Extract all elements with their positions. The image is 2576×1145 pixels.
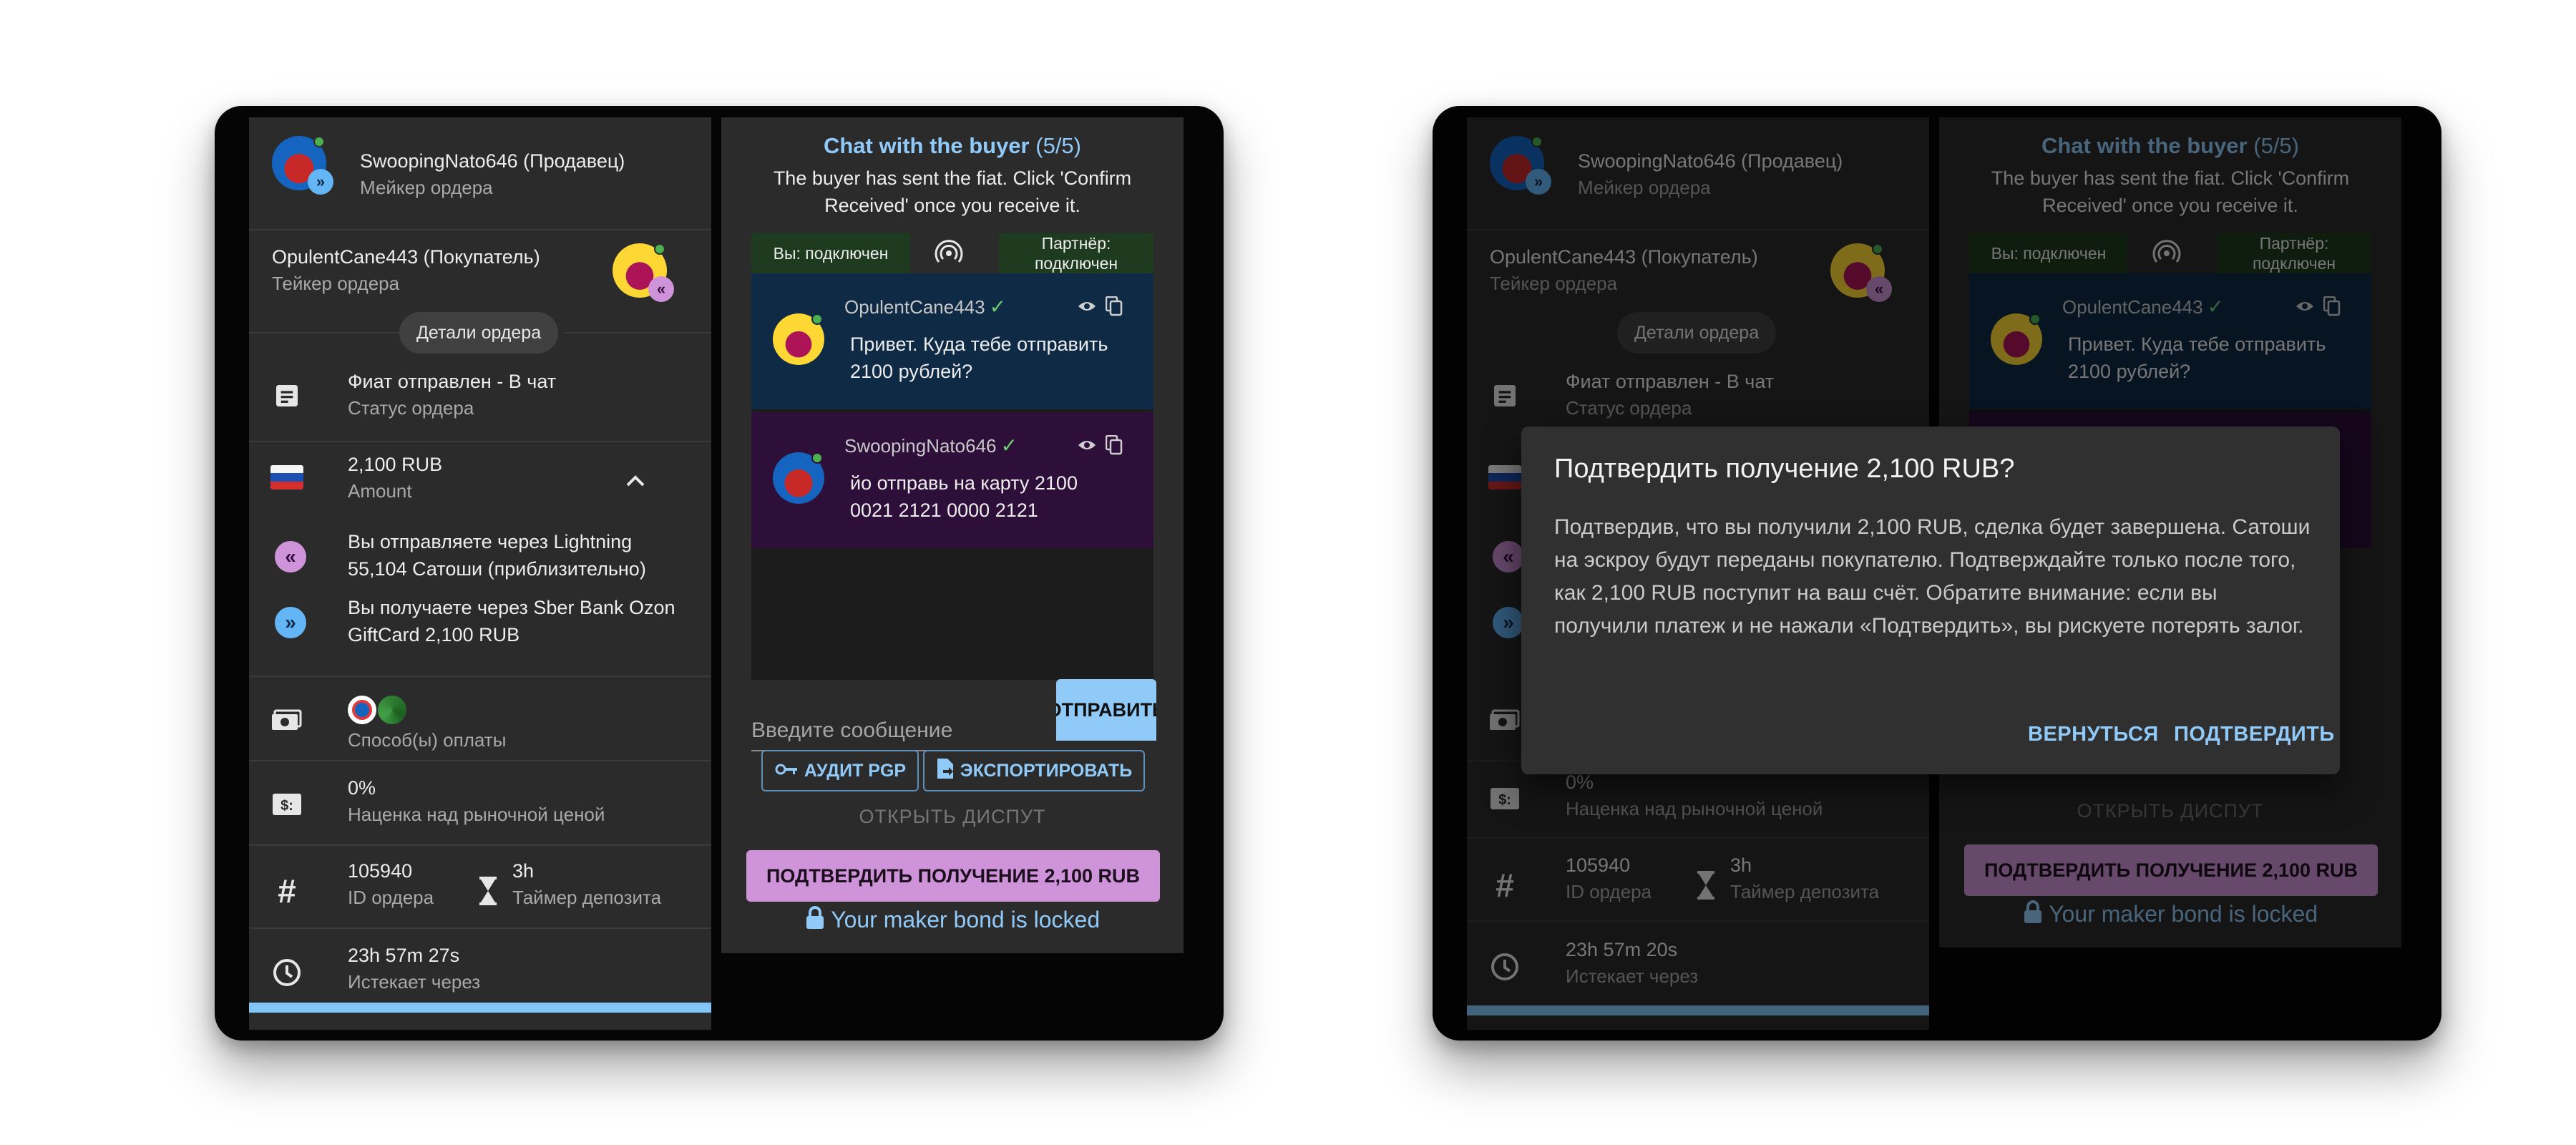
send-via-lightning: Вы отправляете через Lightning 55,104 Са… — [348, 531, 646, 580]
amount-label: Amount — [348, 480, 412, 502]
you-connection-status: Вы: подключен — [751, 233, 910, 273]
order-details-chip[interactable]: Детали ордера — [399, 312, 559, 354]
message-input-field — [751, 690, 1052, 751]
send-chevrons-icon: « — [648, 276, 674, 302]
premium-label: Наценка над рыночной ценой — [348, 804, 605, 825]
device-screen-confirm-dialog: » SwoopingNato646 (Продавец) Мейкер орде… — [1433, 106, 2441, 1041]
connection-signal-icon — [932, 235, 966, 269]
copy-icon[interactable] — [1103, 295, 1125, 318]
chat-message-count: (5/5) — [1035, 133, 1081, 158]
message-input[interactable] — [751, 718, 1038, 743]
messages-list: OpulentCane443✓ Привет. Куда тебе отправ… — [751, 273, 1153, 680]
device-screen-chat: » SwoopingNato646 (Продавец) Мейкер орде… — [215, 106, 1224, 1041]
deposit-timer-value: 3h — [512, 860, 535, 882]
eye-icon[interactable] — [1076, 435, 1098, 455]
bond-status-text: Your maker bond is locked — [831, 907, 1101, 932]
message-author-row: SwoopingNato646 ✓ — [844, 434, 1018, 457]
check-icon: ✓ — [989, 296, 1007, 318]
confirm-received-dialog: Подтвердить получение 2,100 RUB? Подтвер… — [1521, 427, 2340, 774]
chat-instructions: The buyer has sent the fiat. Click 'Conf… — [773, 167, 1132, 216]
chat-message: SwoopingNato646 ✓ йо отправь на карту 210… — [751, 412, 1153, 548]
online-indicator — [811, 452, 823, 464]
maker-name: SwoopingNato646 (Продавец) — [360, 150, 625, 172]
expires-value: 23h 57m 27s — [348, 945, 460, 966]
online-indicator — [313, 136, 325, 147]
amount-value: 2,100 RUB — [348, 454, 443, 475]
message-author: SwoopingNato646 — [844, 435, 997, 457]
key-icon — [774, 761, 799, 781]
audit-pgp-button[interactable]: АУДИТ PGP — [761, 750, 919, 791]
chat-title-text: Chat with the buyer — [823, 133, 1030, 158]
price-tag-icon: $: — [269, 790, 305, 819]
audit-pgp-label: АУДИТ PGP — [804, 760, 907, 781]
dialog-body: Подтвердив, что вы получили 2,100 RUB, с… — [1554, 515, 2311, 638]
check-icon: ✓ — [1000, 434, 1018, 457]
sber-logo-icon — [378, 696, 406, 724]
premium-value: 0% — [348, 777, 376, 799]
dialog-confirm-button[interactable]: ПОДТВЕРДИТЬ — [2174, 723, 2335, 746]
expires-label: Истекает через — [348, 971, 481, 993]
order-id-value: 105940 — [348, 860, 413, 882]
screen: » SwoopingNato646 (Продавец) Мейкер орде… — [1433, 106, 2441, 1041]
partner-connection-status: Партнёр: подключен — [999, 233, 1153, 273]
send-button[interactable]: ОТПРАВИТЬ — [1056, 679, 1156, 741]
hash-icon: # — [278, 872, 296, 910]
copy-icon[interactable] — [1103, 434, 1125, 457]
chat-message: OpulentCane443✓ Привет. Куда тебе отправ… — [751, 273, 1153, 409]
buyer-avatar — [773, 313, 824, 365]
receive-via-fiat: Вы получаете через Sber Bank Ozon GiftCa… — [348, 597, 675, 645]
dialog-title: Подтвердить получение 2,100 RUB? — [1554, 454, 2015, 484]
export-button[interactable]: ЭКСПОРТИРОВАТЬ — [923, 750, 1145, 791]
order-details-panel: » SwoopingNato646 (Продавец) Мейкер орде… — [249, 117, 711, 1030]
screen: » SwoopingNato646 (Продавец) Мейкер орде… — [215, 106, 1224, 1041]
taker-avatar[interactable]: « — [613, 243, 674, 302]
russia-flag-icon — [270, 465, 303, 489]
bond-status: Your maker bond is locked — [721, 906, 1184, 933]
payment-method-label: Способ(ы) оплаты — [348, 729, 507, 751]
message-author-row: OpulentCane443✓ — [844, 295, 1006, 318]
eye-icon[interactable] — [1076, 296, 1098, 316]
message-author: OpulentCane443 — [844, 296, 985, 318]
order-id-label: ID ордера — [348, 887, 434, 908]
send-lightning-chevrons-icon: « — [275, 541, 306, 572]
chat-panel: Chat with the buyer (5/5) The buyer has … — [721, 117, 1184, 953]
online-indicator — [811, 313, 823, 325]
receive-fiat-chevrons-icon: » — [275, 607, 306, 638]
lock-icon — [805, 906, 825, 932]
expiry-progress-bar — [249, 1003, 711, 1013]
clock-icon — [270, 956, 303, 989]
document-icon — [270, 379, 303, 412]
maker-role: Мейкер ордера — [360, 177, 493, 198]
online-indicator — [654, 243, 665, 255]
ozon-logo-icon — [348, 696, 376, 724]
cash-icon — [269, 706, 305, 734]
status-label: Статус ордера — [348, 397, 474, 419]
message-text: Привет. Куда тебе отправить 2100 рублей? — [850, 333, 1108, 382]
message-text: йо отправь на карту 2100 0021 2121 0000 … — [850, 472, 1078, 521]
maker-avatar[interactable]: » — [272, 136, 333, 195]
seller-avatar — [773, 452, 824, 504]
confirm-received-button[interactable]: ПОДТВЕРДИТЬ ПОЛУЧЕНИЕ 2,100 RUB — [746, 850, 1160, 902]
receive-chevrons-icon: » — [308, 169, 333, 195]
svg-text:$:: $: — [280, 798, 293, 814]
dialog-back-button[interactable]: ВЕРНУТЬСЯ — [2028, 723, 2159, 746]
open-dispute-button[interactable]: ОТКРЫТЬ ДИСПУТ — [721, 806, 1184, 828]
hourglass-icon — [475, 874, 501, 907]
chat-title: Chat with the buyer (5/5) — [721, 133, 1184, 159]
status-value: Фиат отправлен - В чат — [348, 371, 557, 392]
chevron-up-icon[interactable] — [621, 467, 650, 495]
export-file-icon — [936, 757, 955, 785]
deposit-timer-label: Таймер депозита — [512, 887, 662, 908]
export-label: ЭКСПОРТИРОВАТЬ — [960, 760, 1133, 781]
